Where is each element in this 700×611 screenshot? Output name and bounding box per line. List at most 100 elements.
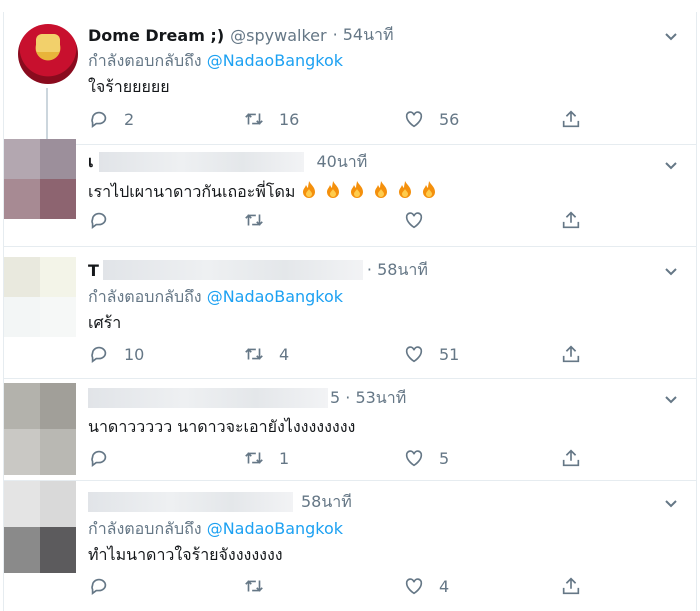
reply-button[interactable] [88,209,110,231]
tweet-actions: 4 [88,575,588,599]
reply-count: 2 [124,109,135,129]
retweet-count: 1 [279,448,290,468]
heart-icon [405,346,423,363]
avatar-pixelated[interactable] [4,481,76,573]
like-button[interactable]: 4 [403,575,449,597]
tweet-actions: 2 16 56 [88,108,588,132]
reply-icon [91,212,107,229]
tweet[interactable]: 58นาที กำลังตอบกลับถึง @NadaoBangkok ทำไ… [4,481,696,611]
share-icon [562,345,580,363]
reply-button[interactable] [88,447,110,469]
reply-icon [91,450,107,467]
like-button[interactable]: 56 [403,108,459,130]
reply-icon [91,578,107,595]
tweet-text: ใจร้ายยยยย [88,77,170,96]
frame-border-right [696,12,697,611]
retweet-button[interactable]: 16 [243,108,299,130]
timestamp[interactable]: 40นาที [316,150,367,175]
timestamp[interactable]: 5 · 53นาที [330,386,406,411]
like-button[interactable]: 5 [403,447,449,469]
reply-context: กำลังตอบกลับถึง @NadaoBangkok [88,285,343,310]
display-name[interactable]: Dome Dream ;) [88,26,224,45]
display-name[interactable]: เ [88,150,93,175]
tweet-text-body: เราไปเผานาดาวกันเถอะพี่โดม [88,182,296,201]
fire-icon [303,181,316,198]
avatar[interactable] [18,24,78,84]
tweet-text: ทำไมนาดาวใจร้ายจังงงงงงง [88,545,283,564]
chevron-down-icon[interactable] [664,265,678,279]
tweet[interactable]: 5 · 53นาที นาดาววววว นาดาวจะเอายังไงงงงง… [4,379,696,481]
share-button[interactable] [560,343,582,365]
retweet-button[interactable]: 1 [243,447,289,469]
like-count: 4 [439,576,450,596]
reply-context: กำลังตอบกลับถึง @NadaoBangkok [88,49,343,74]
display-name[interactable]: T [88,261,99,280]
reply-button[interactable]: 10 [88,343,144,365]
fire-icon [351,181,364,198]
retweet-button[interactable] [243,209,265,231]
reply-icon [91,111,107,128]
retweet-button[interactable] [243,575,265,597]
retweet-button[interactable]: 4 [243,343,289,365]
share-icon [562,110,580,128]
tweet[interactable]: T · 58นาที กำลังตอบกลับถึง @NadaoBangkok… [4,247,696,379]
chevron-down-icon[interactable] [664,30,678,44]
tweet-actions: 10 4 51 [88,343,588,367]
mention-link[interactable]: @NadaoBangkok [207,287,343,306]
avatar-pixelated[interactable] [4,383,76,475]
share-icon [562,449,580,467]
like-button[interactable]: 51 [403,343,459,365]
share-button[interactable] [560,209,582,231]
chevron-down-icon[interactable] [664,159,678,173]
timestamp[interactable]: · 54นาที [333,23,394,48]
like-button[interactable] [403,209,425,231]
timestamp[interactable]: · 58นาที [367,258,428,283]
retweet-icon [245,452,263,464]
avatar-pixelated[interactable] [4,139,76,219]
redacted-name [88,492,293,512]
retweet-icon [245,214,263,226]
timestamp[interactable]: 58นาที [301,490,352,515]
redacted-name [88,388,328,408]
share-button[interactable] [560,575,582,597]
like-count: 56 [439,109,460,129]
tweet-actions: 1 5 [88,447,588,471]
like-count: 5 [439,448,450,468]
fire-emoji-group [295,181,439,201]
redacted-name [102,260,363,280]
retweet-count: 4 [279,344,290,364]
share-button[interactable] [560,108,582,130]
share-button[interactable] [560,447,582,469]
fire-icon [423,181,436,198]
mention-link[interactable]: @NadaoBangkok [207,51,343,70]
tweet-text: นาดาววววว นาดาวจะเอายังไงงงงงงงง [88,417,356,436]
reply-context: กำลังตอบกลับถึง @NadaoBangkok [88,517,343,542]
reply-prefix: กำลังตอบกลับถึง [88,287,202,306]
fire-icon [375,181,388,198]
chevron-down-icon[interactable] [664,393,678,407]
like-count: 51 [439,344,460,364]
redacted-name [99,152,305,172]
share-icon [562,577,580,595]
fire-icon [399,181,412,198]
chevron-down-icon[interactable] [664,497,678,511]
avatar-pixelated[interactable] [4,257,76,337]
share-icon [562,211,580,229]
reply-icon [91,346,107,363]
tweet[interactable]: เ 40นาที เราไปเผานาดาวกันเถอะพี่โดม [4,139,696,247]
tweet-actions [88,209,588,233]
reply-button[interactable]: 2 [88,108,134,130]
reply-count: 10 [124,344,145,364]
retweet-count: 16 [279,109,300,129]
heart-icon [405,450,423,467]
reply-button[interactable] [88,575,110,597]
tweet-text: เศร้า [88,313,122,332]
mention-link[interactable]: @NadaoBangkok [207,519,343,538]
user-handle[interactable]: @spywalker [230,26,326,45]
heart-icon [405,578,423,595]
reply-prefix: กำลังตอบกลับถึง [88,51,202,70]
retweet-icon [245,348,263,360]
tweet-text: เราไปเผานาดาวกันเถอะพี่โดม [88,180,439,205]
retweet-icon [245,580,263,592]
tweet[interactable]: Dome Dream ;) @spywalker · 54นาที กำลังต… [4,12,696,145]
